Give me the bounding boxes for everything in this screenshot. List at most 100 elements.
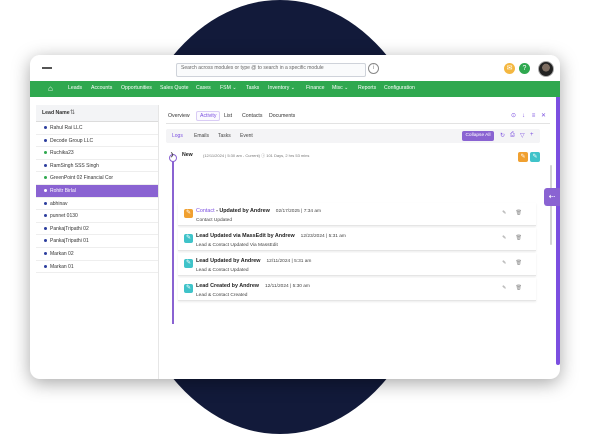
- activity-timestamp: 12/11/2024 | 5:31 am: [266, 259, 312, 264]
- lead-name: Markan 02: [50, 250, 74, 257]
- tab-documents[interactable]: Documents: [269, 113, 295, 119]
- global-search-input[interactable]: Search across modules or type @ to searc…: [176, 63, 366, 77]
- filter-icon[interactable]: ▽: [520, 132, 525, 139]
- tab-overview[interactable]: Overview: [168, 113, 190, 119]
- activity-card[interactable]: ✎ Lead Updated by Andrew 12/11/2024 | 5:31…: [178, 253, 536, 276]
- lead-list-item[interactable]: GreenPoint 02 Financial Cor: [36, 172, 158, 185]
- status-dot: [44, 251, 47, 255]
- activity-card[interactable]: ✎ Lead Updated via MassEdit by Andrew 12/2…: [178, 228, 536, 251]
- status-dot: [44, 201, 47, 205]
- lead-list-item[interactable]: PankajTripathi 02: [36, 223, 158, 236]
- nav-accounts[interactable]: Accounts: [91, 85, 112, 91]
- timeline-line: [172, 159, 174, 324]
- lead-list-item[interactable]: RamSingh SSS Singh: [36, 160, 158, 173]
- lead-detail-main: Overview Activity List Contacts Document…: [166, 105, 552, 379]
- tab-activity[interactable]: Activity: [196, 111, 221, 121]
- lead-name: PankajTripathi 02: [50, 225, 89, 232]
- add-icon[interactable]: +: [530, 132, 534, 138]
- nav-misc[interactable]: Misc ⌄: [332, 85, 348, 91]
- nav-opportunities[interactable]: Opportunities: [121, 85, 152, 91]
- home-icon[interactable]: ⌂: [48, 84, 53, 93]
- edit-delete-icons[interactable]: ✎ 🗑: [502, 260, 526, 266]
- logo: [42, 67, 52, 69]
- download-icon[interactable]: ↓: [520, 113, 527, 120]
- nav-cases[interactable]: Cases: [196, 85, 211, 91]
- activity-icon: ✎: [184, 234, 193, 243]
- lead-list-item[interactable]: Markan 02: [36, 248, 158, 261]
- lead-list-item[interactable]: Ruchika23: [36, 147, 158, 160]
- print-icon[interactable]: ⎙: [510, 132, 515, 139]
- status-dot: [44, 239, 47, 243]
- activity-title-text: - Updated by Andrew: [214, 208, 270, 214]
- lead-list-panel: Lead Name ⇅ Rahul Rai LLC Decode Group LL…: [36, 105, 159, 379]
- lead-list-item[interactable]: abhinav: [36, 198, 158, 211]
- nav-inventory[interactable]: Inventory ⌄: [268, 85, 295, 91]
- activity-title-text: Lead Updated by Andrew: [196, 258, 261, 264]
- tab-list[interactable]: List: [224, 113, 232, 119]
- activity-timestamp: 02/17/2025 | 7:34 am: [275, 209, 322, 214]
- activity-link[interactable]: Contact: [196, 208, 215, 214]
- search-info-icon[interactable]: i: [368, 63, 379, 74]
- timeline-section-new[interactable]: ❯ New (12/11/2024 | 5:30 am - Current) ⓘ…: [170, 151, 540, 161]
- status-dot: [44, 188, 47, 192]
- activity-title: Lead Updated by Andrew 12/11/2024 | 5:31 …: [196, 258, 311, 264]
- right-accent-bar: [556, 75, 560, 365]
- activity-card[interactable]: ✎ Contact - Updated by Andrew 02/17/2025 |…: [178, 203, 536, 226]
- subtab-logs[interactable]: Logs: [172, 133, 183, 139]
- refresh-icon[interactable]: ↻: [500, 132, 505, 139]
- subtab-tasks[interactable]: Tasks: [218, 133, 231, 139]
- lead-name: abhinav: [50, 200, 68, 207]
- lead-list-item[interactable]: punnet 0130: [36, 210, 158, 223]
- lead-list-header: Lead Name ⇅: [36, 105, 158, 122]
- subtab-event[interactable]: Event: [240, 133, 253, 139]
- activity-description: Lead & Contact Created: [196, 293, 248, 298]
- previous-icon[interactable]: ⊙: [510, 113, 517, 120]
- subtab-emails[interactable]: Emails: [194, 133, 209, 139]
- lead-list-item[interactable]: Rohitr Birlal: [36, 184, 158, 198]
- tab-contacts[interactable]: Contacts: [242, 113, 262, 119]
- activity-description: Lead & Contact Updated Via MassEdit: [196, 243, 278, 248]
- nav-fsm[interactable]: FSM ⌄: [220, 85, 237, 91]
- edit-delete-icons[interactable]: ✎ 🗑: [502, 285, 526, 291]
- status-dot: [44, 176, 47, 180]
- lead-name: PankajTripathi 01: [50, 238, 89, 245]
- sort-icon[interactable]: ⇅: [70, 109, 75, 116]
- edit-delete-icons[interactable]: ✎ 🗑: [502, 210, 526, 216]
- lead-list-item[interactable]: Rahul Rai LLC: [36, 122, 158, 135]
- status-dot: [44, 163, 47, 167]
- edit-delete-icons[interactable]: ✎ 🗑: [502, 235, 526, 241]
- notifications-icon[interactable]: ✉: [504, 63, 515, 74]
- contact-log-icon[interactable]: ✎: [518, 152, 528, 162]
- lead-name: Markan 01: [50, 263, 74, 270]
- avatar[interactable]: [538, 61, 554, 77]
- collapse-all-button[interactable]: Collapse All: [462, 131, 494, 141]
- section-label: New: [182, 152, 193, 158]
- detail-tabs: Overview Activity List Contacts Document…: [166, 109, 550, 124]
- status-dot: [44, 226, 47, 230]
- section-meta: (12/11/2024 | 5:30 am - Current) ⓘ 101 D…: [203, 153, 310, 158]
- nav-sales-quote[interactable]: Sales Quote: [160, 85, 189, 91]
- status-dot: [44, 151, 47, 155]
- lead-list-item[interactable]: PankajTripathi 01: [36, 235, 158, 248]
- lead-name-column-label: Lead Name: [42, 110, 70, 116]
- status-dot: [44, 138, 47, 142]
- collapse-side-panel-button[interactable]: ⇠: [544, 188, 560, 206]
- lead-name: punnet 0130: [50, 213, 78, 220]
- nav-tasks[interactable]: Tasks: [246, 85, 259, 91]
- close-icon[interactable]: ✕: [540, 113, 547, 120]
- lead-list-item[interactable]: Markan 01: [36, 261, 158, 274]
- nav-configuration[interactable]: Configuration: [384, 85, 415, 91]
- lead-list-item[interactable]: Decode Group LLC: [36, 135, 158, 148]
- nav-reports[interactable]: Reports: [358, 85, 376, 91]
- status-dot: [44, 214, 47, 218]
- activity-timestamp: 12/23/2024 | 5:31 am: [300, 234, 346, 239]
- help-icon[interactable]: ?: [519, 63, 530, 74]
- lead-log-icon[interactable]: ✎: [530, 152, 540, 162]
- menu-icon[interactable]: ≡: [530, 113, 537, 120]
- chevron-down-icon[interactable]: ❯: [170, 152, 174, 158]
- activity-icon: ✎: [184, 259, 193, 268]
- nav-finance[interactable]: Finance: [306, 85, 324, 91]
- lead-name: Decode Group LLC: [50, 137, 94, 144]
- activity-card[interactable]: ✎ Lead Created by Andrew 12/11/2024 | 5:30…: [178, 278, 536, 301]
- nav-leads[interactable]: Leads: [68, 85, 82, 91]
